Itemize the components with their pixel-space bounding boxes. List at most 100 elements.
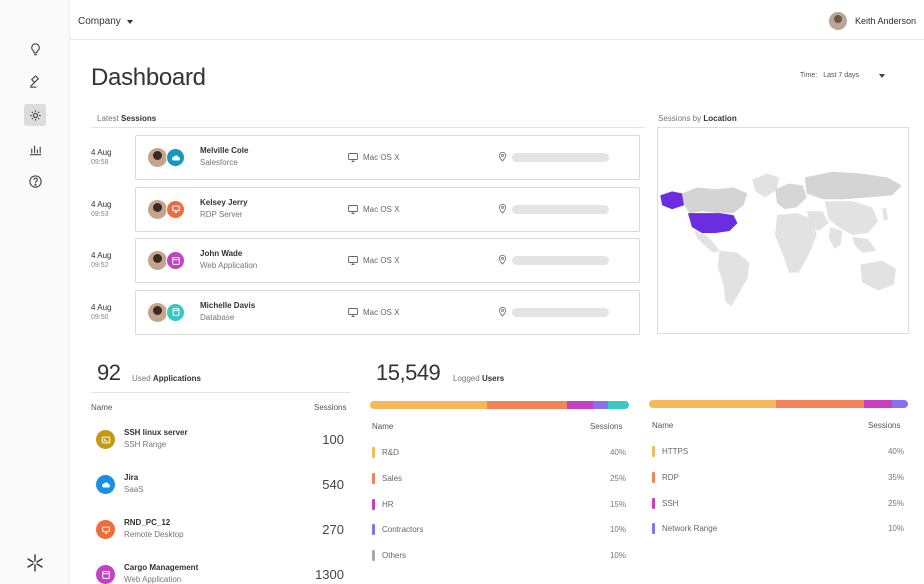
label-bold: Applications [152, 374, 201, 383]
session-day: 4 Aug [91, 199, 112, 209]
remote-desktop-icon [96, 520, 115, 539]
monitor-icon [348, 204, 358, 214]
lightbulb-icon[interactable] [24, 38, 46, 60]
browser-icon [166, 251, 185, 270]
session-app-name: Salesforce [200, 158, 238, 167]
session-app-name: Database [200, 312, 235, 322]
session-date: 4 Aug 09:53 [91, 200, 111, 220]
col-head-sessions: Sessions [590, 422, 623, 431]
legend-percent: 40% [609, 448, 626, 457]
session-day: 4 Aug [91, 251, 112, 260]
monitor-icon [348, 256, 358, 265]
application-name[interactable]: Cargo Management [124, 563, 198, 572]
help-icon[interactable] [24, 170, 46, 192]
legend-percent: 35% [887, 472, 904, 482]
latest-sessions-header: Latest Sessions [97, 114, 156, 123]
col-head-sessions: Sessions [314, 403, 347, 412]
monitor-icon [348, 307, 358, 317]
session-user-name: Kelsey Jerry [200, 197, 248, 207]
legend-percent: 15% [609, 499, 626, 509]
legend-color-mark [372, 550, 375, 562]
session-card[interactable]: Michelle Davis Database Mac OS X [135, 289, 640, 335]
company-label: Company [78, 16, 121, 27]
map-region-russia [804, 171, 902, 200]
session-user-name: Michelle Davis [200, 300, 256, 310]
application-name[interactable]: Jira [124, 473, 138, 482]
legend-name: Others [382, 551, 407, 561]
session-card[interactable]: Melville Cole Salesforce Mac OS X [135, 135, 640, 180]
remote-desktop-icon [166, 199, 185, 219]
location-placeholder-bar [512, 307, 609, 317]
section-label-bold: Location [703, 114, 737, 123]
legend-name: Contractors [382, 525, 424, 535]
col-head-name: Name [652, 421, 674, 430]
session-card[interactable]: John Wade Web Application Mac OS X [135, 238, 640, 283]
session-app-name: Web Application [200, 261, 258, 270]
legend-color-mark [372, 498, 375, 510]
map-region-greenland [752, 173, 780, 198]
application-name[interactable]: RND_PC_12 [124, 518, 170, 527]
legend-name: R&D [382, 448, 399, 457]
col-head-sessions: Sessions [868, 421, 901, 430]
users-bar-segment [486, 401, 567, 409]
map-region-usa [687, 213, 738, 233]
session-os-label: Mac OS X [363, 307, 400, 317]
legend-name: HTTPS [662, 447, 689, 456]
legend-color-mark [652, 446, 655, 457]
legend-name: SSH [662, 498, 679, 508]
avatar [148, 251, 167, 270]
location-placeholder-bar [512, 256, 609, 265]
settings-icon[interactable] [24, 104, 46, 126]
cloud-icon [96, 475, 115, 494]
cloud-icon [166, 148, 185, 167]
location-placeholder-bar [512, 153, 609, 162]
application-type: Web Application [124, 575, 182, 584]
session-os: Mac OS X [348, 153, 399, 162]
session-card[interactable]: Kelsey Jerry RDP Server Mac OS X [135, 186, 640, 232]
browser-icon [96, 565, 115, 584]
users-count: 15,549 [376, 360, 441, 385]
bar-chart-icon[interactable] [24, 138, 46, 160]
session-time: 09:52 [91, 262, 109, 269]
application-type: SSH Range [124, 440, 167, 449]
time-filter[interactable]: Time: Last 7 days [800, 72, 886, 79]
application-name[interactable]: SSH linux server [124, 428, 188, 437]
brand-logo-icon [24, 552, 46, 574]
label-prefix: Used [132, 374, 151, 383]
world-map-svg [660, 171, 902, 307]
legend-percent: 40% [887, 447, 904, 456]
protocols-bar-segment [649, 400, 776, 408]
user-menu[interactable]: Keith Anderson [828, 12, 916, 30]
session-os: Mac OS X [348, 205, 399, 214]
label-prefix: Logged [453, 374, 480, 383]
location-placeholder-bar [512, 204, 609, 214]
gavel-icon[interactable] [24, 70, 46, 92]
chevron-down-icon [126, 19, 133, 24]
legend-color-mark [652, 471, 655, 483]
location-header: Sessions by Location [658, 114, 737, 123]
users-bar-segment [592, 401, 609, 409]
terminal-icon [96, 430, 115, 449]
chevron-down-icon [879, 73, 886, 78]
legend-name: Sales [382, 473, 403, 483]
applications-label: Used Applications [132, 374, 201, 383]
map-region-india [828, 227, 843, 249]
map-region-australia [860, 260, 896, 291]
company-selector[interactable]: Company [78, 16, 133, 27]
label-bold: Users [481, 374, 505, 383]
page-title: Dashboard [91, 64, 206, 91]
session-user-name: John Wade [200, 249, 243, 258]
legend-percent: 10% [609, 525, 626, 535]
protocols-stacked-bar [649, 400, 908, 408]
map-region-canada [681, 187, 748, 214]
map-region-south-america [717, 250, 750, 307]
time-label: Time: [800, 72, 818, 79]
session-date: 4 Aug 09:52 [91, 251, 111, 271]
location-pin-icon [498, 306, 508, 318]
section-label-prefix: Sessions by [658, 114, 702, 123]
session-date: 4 Aug 09:50 [91, 303, 111, 323]
session-time: 09:50 [91, 313, 109, 321]
legend-color-mark [652, 497, 655, 509]
location-pin-icon [498, 254, 508, 266]
world-map[interactable] [657, 127, 909, 334]
